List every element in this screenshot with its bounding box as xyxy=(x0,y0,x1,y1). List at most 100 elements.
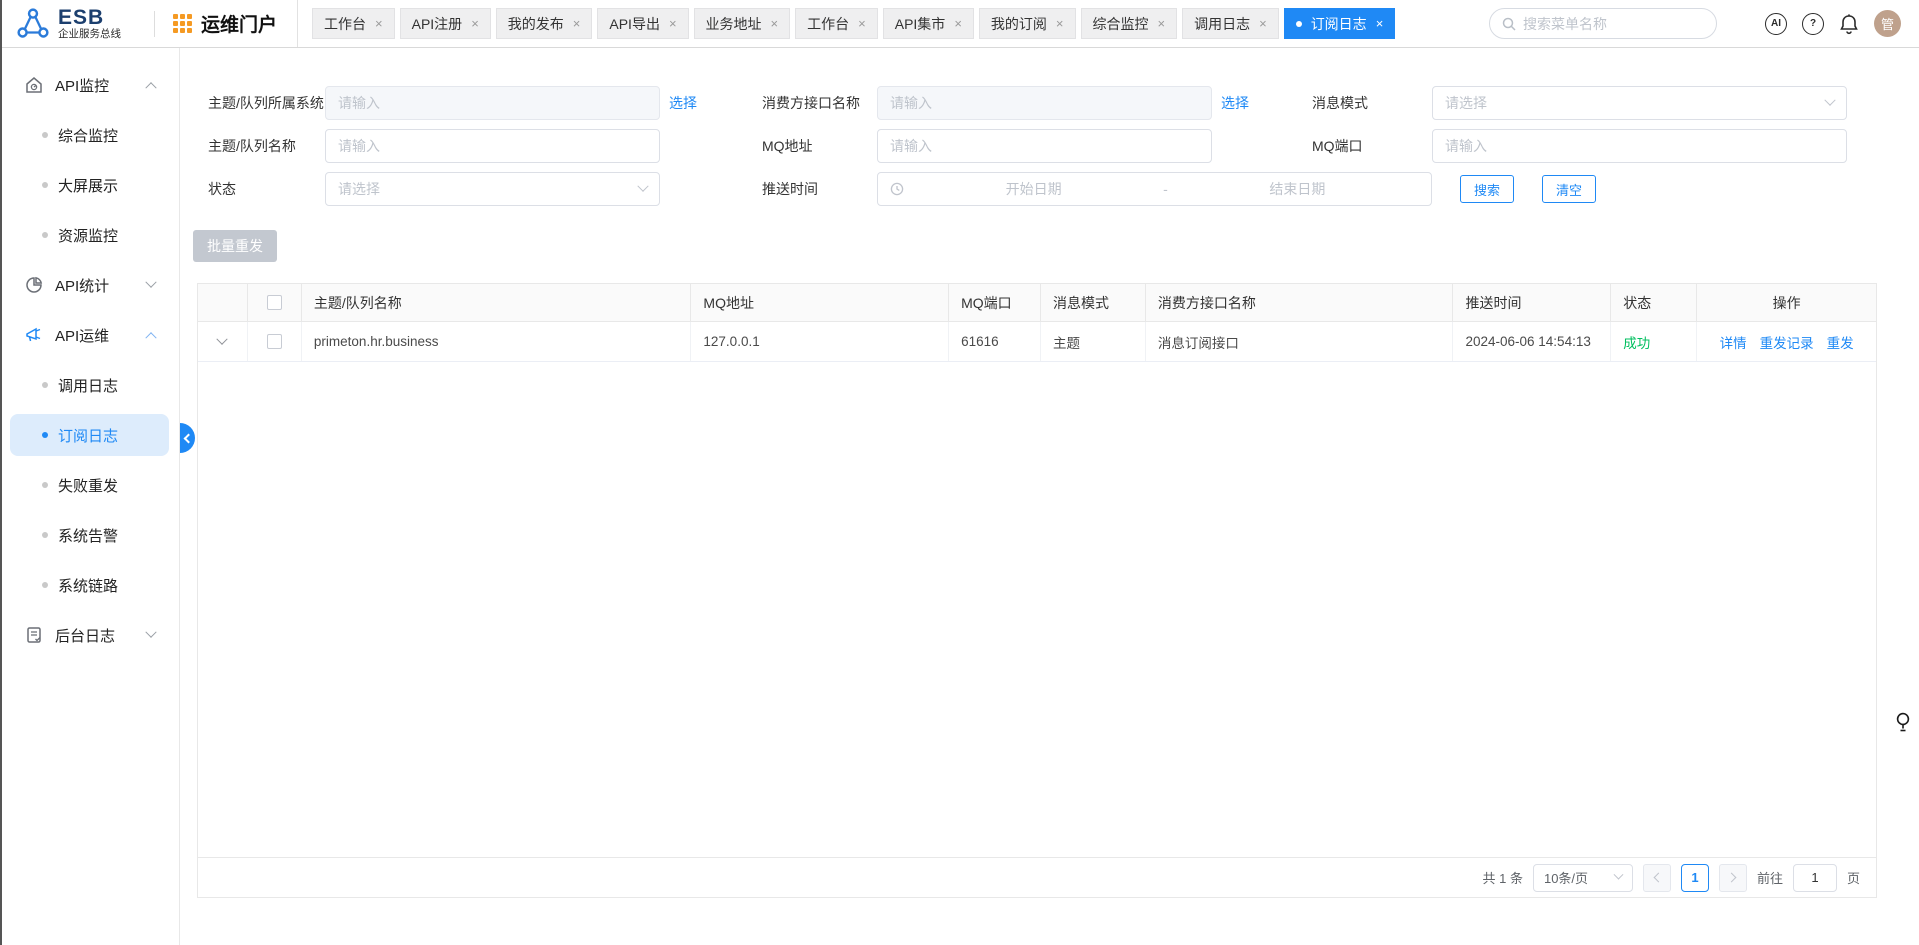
tab-subscribe-log-active[interactable]: 订阅日志 × xyxy=(1284,8,1396,39)
clear-button[interactable]: 清空 xyxy=(1542,175,1596,203)
topic-system-select-link[interactable]: 选择 xyxy=(669,93,697,113)
consumer-name-input[interactable] xyxy=(877,86,1212,120)
item-label: 资源监控 xyxy=(58,225,118,246)
close-icon[interactable]: × xyxy=(1376,16,1384,31)
row-checkbox[interactable] xyxy=(267,334,282,349)
close-icon[interactable]: × xyxy=(771,16,779,31)
topic-system-input[interactable] xyxy=(325,86,660,120)
search-input[interactable] xyxy=(1523,16,1704,32)
table-header-row: 主题/队列名称 MQ地址 MQ端口 消息模式 消费方接口名称 推送时间 状态 操… xyxy=(198,284,1876,322)
tab-call-log[interactable]: 调用日志× xyxy=(1182,8,1279,39)
close-icon[interactable]: × xyxy=(471,16,479,31)
prev-page-button[interactable] xyxy=(1643,864,1671,892)
active-tab-dot-icon xyxy=(1296,21,1302,27)
item-label: 订阅日志 xyxy=(58,425,118,446)
bell-icon[interactable] xyxy=(1839,13,1859,35)
user-avatar[interactable]: 管 xyxy=(1874,10,1901,37)
topic-name-input-field[interactable] xyxy=(338,138,647,154)
mq-address-input[interactable] xyxy=(877,129,1212,163)
main-content: 主题/队列所属系统 选择 消费方接口名称 选择 消息模式 请选择 主题/队列名称… xyxy=(181,48,1919,945)
tab-label: API集市 xyxy=(895,14,946,34)
message-mode-select[interactable]: 请选择 xyxy=(1432,86,1847,120)
mq-port-input[interactable] xyxy=(1432,129,1847,163)
goto-page-input[interactable] xyxy=(1793,864,1837,892)
resend-record-link[interactable]: 重发记录 xyxy=(1760,332,1814,352)
consumer-name-select-link[interactable]: 选择 xyxy=(1221,93,1249,113)
close-icon[interactable]: × xyxy=(669,16,677,31)
item-label: 失败重发 xyxy=(58,475,118,496)
close-icon[interactable]: × xyxy=(954,16,962,31)
sidebar-item-composite-monitor[interactable]: 综合监控 xyxy=(0,110,179,160)
floating-pin-icon[interactable] xyxy=(1895,712,1911,734)
table-row: primeton.hr.business 127.0.0.1 61616 主题 … xyxy=(198,322,1876,362)
resend-link[interactable]: 重发 xyxy=(1827,332,1854,352)
consumer-name-input-field[interactable] xyxy=(890,95,1199,111)
tab-label: 综合监控 xyxy=(1093,14,1149,34)
sidebar-section-api-ops[interactable]: API运维 xyxy=(0,310,179,360)
sidebar-section-backend-log[interactable]: 后台日志 xyxy=(0,610,179,660)
tab-workbench-1[interactable]: 工作台× xyxy=(312,8,395,39)
tab-api-export[interactable]: API导出× xyxy=(597,8,688,39)
sidebar-section-api-monitor[interactable]: API监控 xyxy=(0,60,179,110)
topic-name-input[interactable] xyxy=(325,129,660,163)
select-all-checkbox[interactable] xyxy=(267,295,282,310)
tab-business-address[interactable]: 业务地址× xyxy=(694,8,791,39)
bullet-icon xyxy=(42,232,48,238)
row-select-cell xyxy=(248,322,302,361)
start-date-placeholder[interactable]: 开始日期 xyxy=(912,179,1155,199)
sidebar-item-failed-resend[interactable]: 失败重发 xyxy=(0,460,179,510)
page-size-select[interactable]: 10条/页 xyxy=(1533,864,1633,892)
mq-port-input-field[interactable] xyxy=(1445,138,1834,154)
page-size-value: 10条/页 xyxy=(1544,868,1588,887)
close-icon[interactable]: × xyxy=(573,16,581,31)
batch-resend-button[interactable]: 批量重发 xyxy=(193,230,277,262)
close-icon[interactable]: × xyxy=(1056,16,1064,31)
chevron-down-icon xyxy=(637,181,648,192)
tab-my-publish[interactable]: 我的发布× xyxy=(496,8,593,39)
tab-label: 订阅日志 xyxy=(1311,14,1367,34)
sidebar-item-call-log[interactable]: 调用日志 xyxy=(0,360,179,410)
close-icon[interactable]: × xyxy=(375,16,383,31)
item-label: 综合监控 xyxy=(58,125,118,146)
sidebar-item-resource-monitor[interactable]: 资源监控 xyxy=(0,210,179,260)
sidebar-item-system-link[interactable]: 系统链路 xyxy=(0,560,179,610)
sidebar-item-subscribe-log[interactable]: 订阅日志 xyxy=(10,414,169,456)
current-page-button[interactable]: 1 xyxy=(1681,864,1709,892)
menu-search-box[interactable] xyxy=(1489,8,1717,39)
close-icon[interactable]: × xyxy=(1259,16,1267,31)
cell-mq-port: 61616 xyxy=(949,322,1041,361)
item-label: 调用日志 xyxy=(58,375,118,396)
tab-label: 我的订阅 xyxy=(991,14,1047,34)
chevron-left-icon xyxy=(1654,873,1664,883)
expand-chevron-icon[interactable] xyxy=(217,333,228,344)
tab-composite-monitor[interactable]: 综合监控 × xyxy=(1081,8,1178,39)
close-icon[interactable]: × xyxy=(1158,16,1166,31)
end-date-placeholder[interactable]: 结束日期 xyxy=(1176,179,1419,199)
esb-network-icon xyxy=(16,7,50,41)
tab-api-market[interactable]: API集市 × xyxy=(883,8,974,39)
topic-system-input-field[interactable] xyxy=(338,95,647,111)
sidebar-item-system-alarm[interactable]: 系统告警 xyxy=(0,510,179,560)
cell-topic-name: primeton.hr.business xyxy=(302,322,691,361)
help-icon[interactable]: ? xyxy=(1802,13,1824,35)
filter-label-consumer-name: 消费方接口名称 xyxy=(762,93,877,113)
portal-brand: 运维门户 xyxy=(155,10,297,37)
bullet-icon xyxy=(42,582,48,588)
close-icon[interactable]: × xyxy=(858,16,866,31)
tab-api-register[interactable]: API注册× xyxy=(400,8,491,39)
detail-link[interactable]: 详情 xyxy=(1720,332,1747,352)
search-button[interactable]: 搜索 xyxy=(1460,175,1514,203)
status-select[interactable]: 请选择 xyxy=(325,172,660,206)
total-count: 共 1 条 xyxy=(1483,868,1523,887)
avatar-label: 管 xyxy=(1881,14,1894,33)
mq-address-input-field[interactable] xyxy=(890,138,1199,154)
next-page-button[interactable] xyxy=(1719,864,1747,892)
tab-workbench-2[interactable]: 工作台× xyxy=(795,8,878,39)
chevron-up-icon xyxy=(145,332,156,343)
push-time-range-picker[interactable]: 开始日期 - 结束日期 xyxy=(877,172,1432,206)
sidebar-item-big-screen[interactable]: 大屏展示 xyxy=(0,160,179,210)
tab-my-subscription[interactable]: 我的订阅 × xyxy=(979,8,1076,39)
chevron-down-icon xyxy=(145,627,156,638)
ai-assistant-icon[interactable]: AI xyxy=(1765,13,1787,35)
sidebar-section-api-stats[interactable]: API统计 xyxy=(0,260,179,310)
